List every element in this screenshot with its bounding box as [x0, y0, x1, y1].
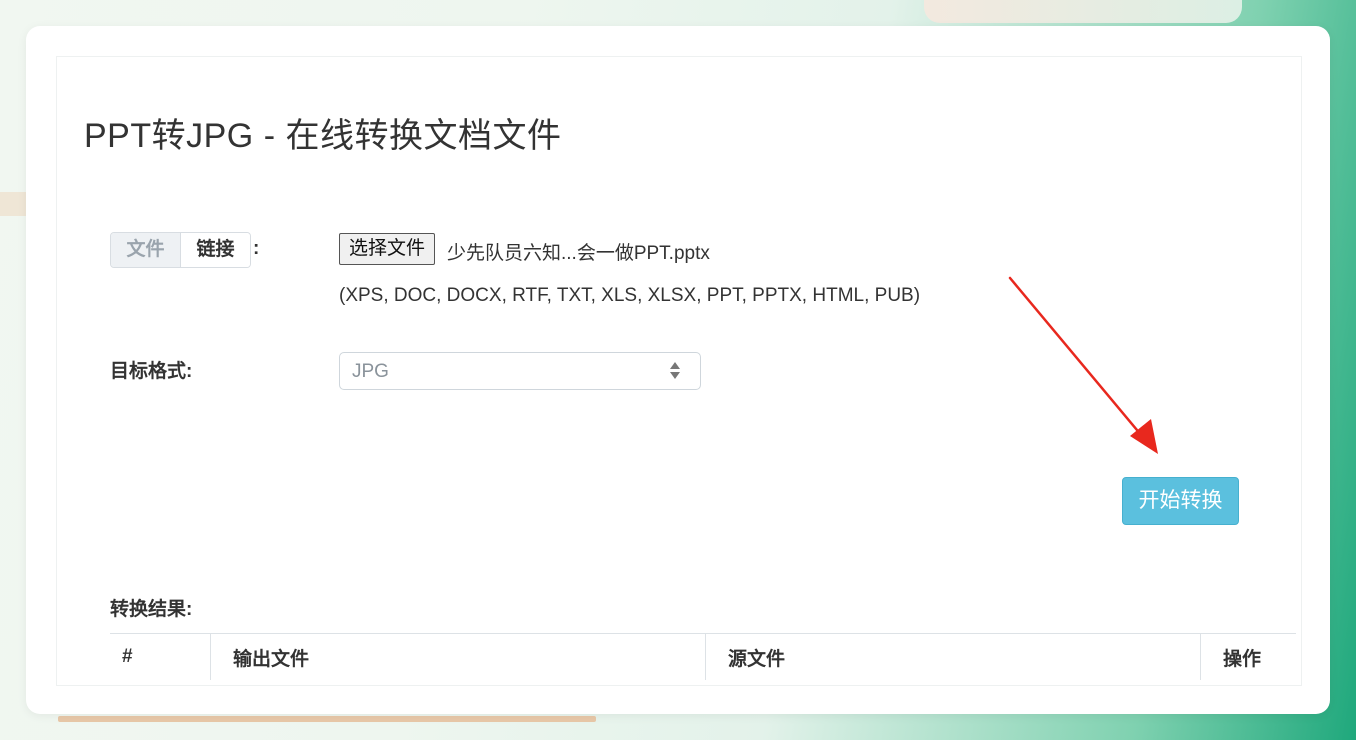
select-updown-icon	[670, 361, 680, 381]
chosen-file-name: 少先队员六知...会一做PPT.pptx	[447, 243, 710, 264]
choose-file-button[interactable]: 选择文件	[339, 233, 436, 265]
background-decoration-top	[924, 0, 1242, 23]
target-format-label: 目标格式:	[110, 361, 193, 382]
tab-link[interactable]: 链接	[181, 233, 250, 267]
results-header-row: # 输出文件 源文件 操作	[110, 633, 1296, 680]
column-actions: 操作	[1200, 633, 1296, 680]
column-output-file: 输出文件	[210, 633, 706, 680]
source-colon: :	[253, 238, 260, 259]
column-source-file: 源文件	[705, 633, 1201, 680]
supported-formats: (XPS, DOC, DOCX, RTF, TXT, XLS, XLSX, PP…	[339, 285, 921, 306]
column-index: #	[110, 633, 211, 680]
source-toggle: 文件 链接	[110, 232, 251, 268]
start-conversion-button[interactable]: 开始转换	[1122, 477, 1239, 525]
converter-card: PPT转JPG - 在线转换文档文件 文件 链接 : 选择文件 少先队员六知..…	[26, 26, 1330, 714]
page-title: PPT转JPG - 在线转换文档文件	[84, 117, 562, 155]
red-arrow-icon	[1008, 276, 1158, 454]
results-label: 转换结果:	[110, 599, 193, 620]
target-format-select[interactable]: JPG	[339, 352, 701, 390]
tab-file[interactable]: 文件	[111, 233, 181, 267]
target-format-value: JPG	[352, 361, 389, 382]
results-table: # 输出文件 源文件 操作	[110, 633, 1296, 680]
background-decoration-bottom	[58, 716, 596, 722]
